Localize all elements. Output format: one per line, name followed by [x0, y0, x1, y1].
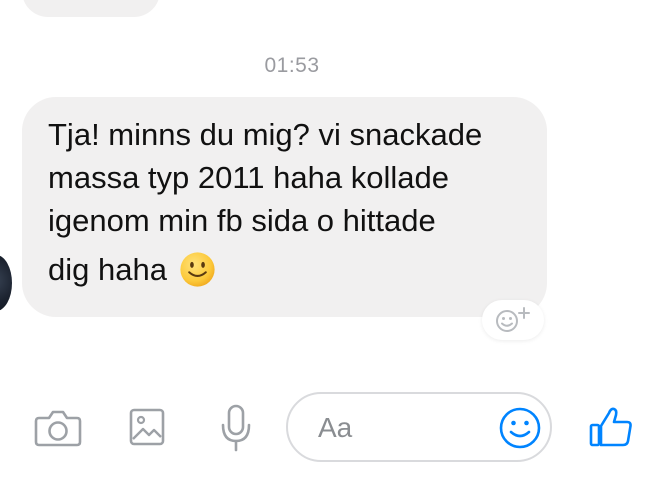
- message-input[interactable]: Aa: [286, 392, 552, 462]
- camera-icon: [34, 410, 82, 447]
- thumbs-up-icon: [589, 407, 632, 447]
- smiley-icon[interactable]: [498, 406, 542, 450]
- message-text-line: igenom min fb sida o hittade: [48, 203, 436, 238]
- message-text-line-last: dig haha: [48, 248, 527, 291]
- microphone-button[interactable]: [214, 402, 258, 454]
- message-text-line: massa typ 2011 haha kollade: [48, 160, 449, 195]
- slightly-smiling-face-emoji: [180, 252, 215, 287]
- composer-bar: Aa: [0, 370, 667, 479]
- camera-button[interactable]: [30, 406, 86, 450]
- message-input-placeholder: Aa: [318, 412, 353, 443]
- message-timestamp: 01:53: [264, 54, 320, 77]
- message-text: dig haha: [48, 252, 167, 287]
- gallery-button[interactable]: [124, 404, 170, 450]
- image-gallery-icon: [129, 408, 165, 446]
- previous-message-bubble[interactable]: [22, 0, 160, 17]
- add-reaction-icon: [496, 307, 530, 332]
- add-reaction-button[interactable]: [482, 300, 544, 340]
- sender-avatar[interactable]: [0, 255, 12, 311]
- like-button[interactable]: [586, 402, 636, 452]
- chat-screen: 01:53 Tja! minns du mig? vi snackade mas…: [0, 0, 667, 479]
- message-text-line: Tja! minns du mig? vi snackade: [48, 117, 483, 152]
- message-bubble[interactable]: Tja! minns du mig? vi snackade massa typ…: [22, 97, 547, 317]
- microphone-icon: [221, 404, 251, 452]
